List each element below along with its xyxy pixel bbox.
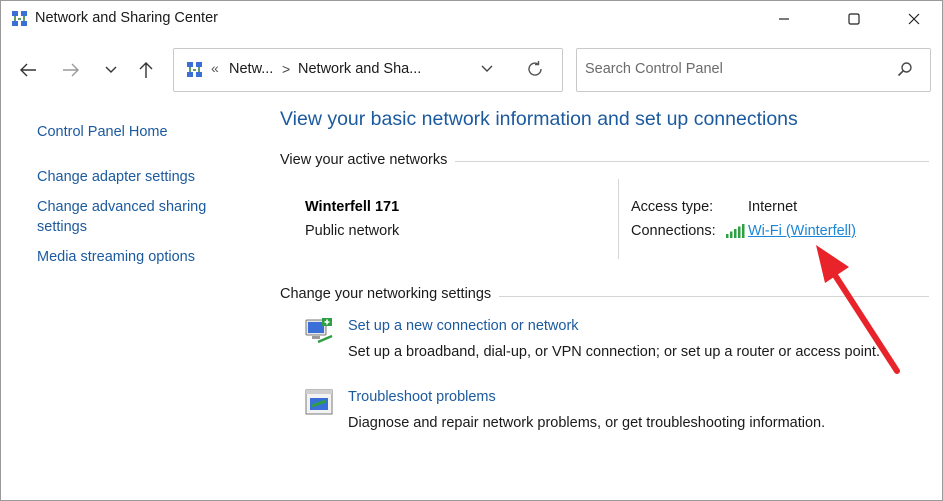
chevron-down-icon (105, 66, 117, 73)
close-button[interactable] (891, 1, 937, 37)
forward-button[interactable] (57, 56, 85, 84)
window: Network and Sharing Center « Netw... > N… (0, 0, 943, 501)
sidebar-item-change-advanced-sharing[interactable]: Change advanced sharing settings (37, 197, 227, 237)
breadcrumb-network-sharing[interactable]: Network and Sha... (298, 61, 421, 77)
search-box[interactable] (576, 48, 931, 92)
sidebar-item-change-adapter-settings[interactable]: Change adapter settings (37, 167, 195, 187)
refresh-icon[interactable] (526, 60, 544, 78)
troubleshoot-link[interactable]: Troubleshoot problems (348, 389, 496, 405)
troubleshoot-icon (305, 389, 333, 415)
network-name: Winterfell 171 (305, 199, 400, 215)
maximize-button[interactable] (831, 1, 877, 37)
network-center-icon (12, 11, 27, 26)
search-icon[interactable] (897, 61, 913, 77)
maximize-icon (848, 13, 860, 25)
close-icon (908, 13, 920, 25)
breadcrumb-network[interactable]: Netw... (229, 61, 273, 77)
troubleshoot-description: Diagnose and repair network problems, or… (348, 415, 826, 431)
network-center-icon (187, 62, 202, 77)
forward-arrow-icon (63, 63, 79, 77)
chevron-down-icon[interactable] (480, 62, 494, 76)
access-type-label: Access type: (631, 199, 714, 215)
change-settings-title: Change your networking settings (280, 286, 500, 302)
back-button[interactable] (14, 56, 42, 84)
minimize-icon (779, 18, 789, 20)
page-title: View your basic network information and … (280, 108, 798, 130)
sidebar-item-media-streaming[interactable]: Media streaming options (37, 247, 195, 267)
title-bar: Network and Sharing Center (1, 1, 942, 37)
window-title: Network and Sharing Center (35, 10, 218, 26)
active-networks-title: View your active networks (280, 152, 456, 168)
navigation-bar: « Netw... > Network and Sha... (1, 37, 942, 103)
network-type[interactable]: Public network (305, 223, 399, 239)
wifi-connection-link[interactable]: Wi-Fi (Winterfell) (748, 223, 856, 239)
up-arrow-icon (139, 62, 153, 78)
back-arrow-icon (20, 63, 36, 77)
new-connection-icon (305, 318, 333, 344)
breadcrumb-overflow[interactable]: « (211, 60, 219, 76)
wifi-signal-icon (726, 224, 745, 238)
search-input[interactable] (577, 49, 885, 89)
setup-connection-link[interactable]: Set up a new connection or network (348, 318, 579, 334)
vertical-divider (618, 179, 619, 259)
recent-locations-button[interactable] (97, 56, 125, 84)
connections-label: Connections: (631, 223, 716, 239)
address-bar[interactable]: « Netw... > Network and Sha... (173, 48, 563, 92)
up-button[interactable] (132, 56, 160, 84)
access-type-value: Internet (748, 199, 798, 215)
minimize-button[interactable] (761, 1, 807, 37)
breadcrumb-separator[interactable]: > (282, 61, 290, 77)
sidebar-item-control-panel-home[interactable]: Control Panel Home (37, 122, 168, 142)
red-arrow-annotation (816, 245, 900, 374)
